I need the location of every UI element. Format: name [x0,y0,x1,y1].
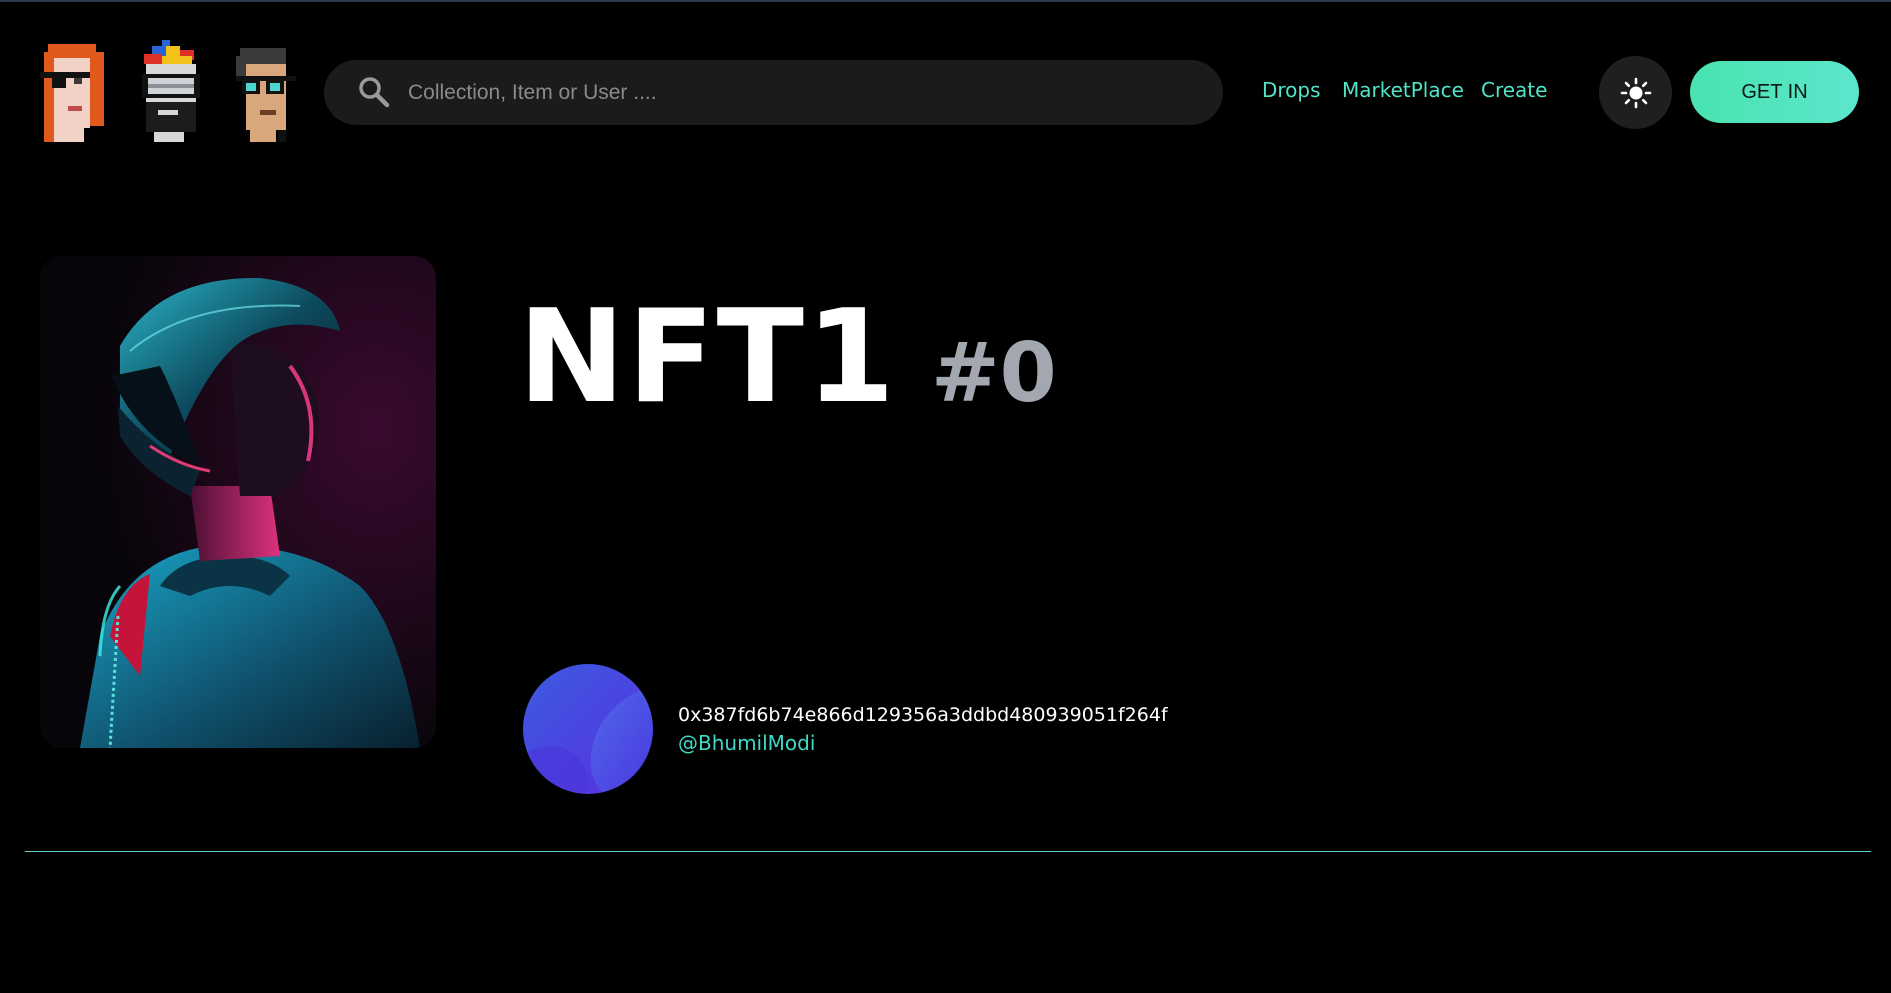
nft-image[interactable] [40,256,436,748]
site-header: Drops MarketPlace Create GET IN [0,0,1891,190]
search-bar[interactable] [324,60,1223,125]
nav-drops-link[interactable]: Drops [1262,78,1321,110]
owner-handle-link[interactable]: @BhumilModi [678,731,815,755]
owner-avatar[interactable] [523,664,653,794]
nav-create-link[interactable]: Create [1481,78,1547,110]
sun-icon [1620,77,1651,108]
nft-name: NFT1 [518,283,897,432]
nav-marketplace-link[interactable]: MarketPlace [1342,78,1464,110]
pixel-punk-trio-logo-icon [40,40,296,142]
owner-wallet-address: 0x387fd6b74e866d129356a3ddbd480939051f26… [678,704,1168,726]
get-in-button[interactable]: GET IN [1690,61,1859,123]
search-icon [359,77,390,108]
logo[interactable] [40,40,302,144]
theme-toggle-button[interactable] [1599,56,1672,129]
nft-title: NFT1 #0 [518,283,1057,432]
gradient-blob-avatar-icon [523,664,653,794]
nft-token-id: #0 [930,326,1057,421]
section-divider [25,851,1871,852]
search-input[interactable] [406,60,1196,125]
cyber-helmet-figure-artwork [40,256,436,748]
